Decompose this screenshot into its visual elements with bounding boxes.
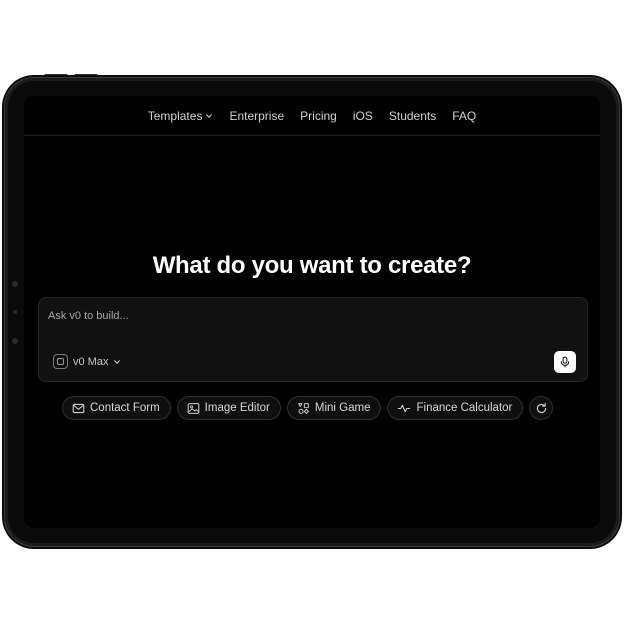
nav-item-ios[interactable]: iOS	[353, 109, 373, 123]
refresh-suggestions-button[interactable]	[529, 396, 554, 420]
page: Templates Enterprise Pricing iOS Student…	[0, 0, 624, 624]
nav-item-templates[interactable]: Templates	[148, 109, 214, 123]
chevron-down-icon	[114, 359, 121, 364]
suggestion-image-editor[interactable]: Image Editor	[176, 396, 281, 420]
suggestion-chips: Contact Form Image Editor Mini Game Fina…	[62, 396, 554, 420]
image-icon	[187, 402, 199, 414]
model-icon	[53, 354, 68, 369]
mail-icon	[72, 403, 85, 413]
refresh-icon	[536, 402, 547, 413]
suggestion-finance-calculator[interactable]: Finance Calculator	[387, 396, 524, 420]
model-selector[interactable]: v0 Max	[53, 354, 121, 369]
chip-label: Mini Game	[314, 402, 371, 414]
sensor-dot	[12, 281, 18, 287]
nav-item-label: Enterprise	[229, 108, 285, 123]
model-label: v0 Max	[73, 355, 109, 368]
sensor-dot	[13, 310, 17, 314]
nav-item-label: Pricing	[300, 108, 337, 123]
chip-label: Image Editor	[204, 402, 270, 414]
nav-item-label: Students	[388, 108, 437, 123]
nav-item-pricing[interactable]: Pricing	[300, 109, 337, 123]
chip-label: Contact Form	[90, 402, 160, 414]
tablet-screen: Templates Enterprise Pricing iOS Student…	[24, 96, 600, 528]
nav-item-faq[interactable]: FAQ	[452, 109, 476, 123]
suggestion-mini-game[interactable]: Mini Game	[286, 396, 382, 420]
prompt-input[interactable]	[48, 307, 548, 325]
chevron-down-icon	[206, 113, 213, 118]
nav-item-enterprise[interactable]: Enterprise	[229, 109, 284, 123]
shapes-icon	[298, 402, 309, 414]
sensor-dot	[12, 338, 18, 344]
prompt-box: v0 Max	[38, 297, 588, 382]
suggestion-contact-form[interactable]: Contact Form	[62, 396, 171, 420]
activity-icon	[398, 404, 411, 412]
top-nav: Templates Enterprise Pricing iOS Student…	[24, 96, 600, 136]
microphone-button[interactable]	[554, 351, 576, 373]
chip-label: Finance Calculator	[416, 402, 513, 414]
nav-item-label: iOS	[352, 108, 373, 123]
nav-item-label: Templates	[147, 108, 203, 123]
page-title: What do you want to create?	[152, 252, 472, 279]
nav-item-label: FAQ	[452, 108, 477, 123]
microphone-icon	[560, 356, 570, 368]
nav-item-students[interactable]: Students	[389, 109, 436, 123]
